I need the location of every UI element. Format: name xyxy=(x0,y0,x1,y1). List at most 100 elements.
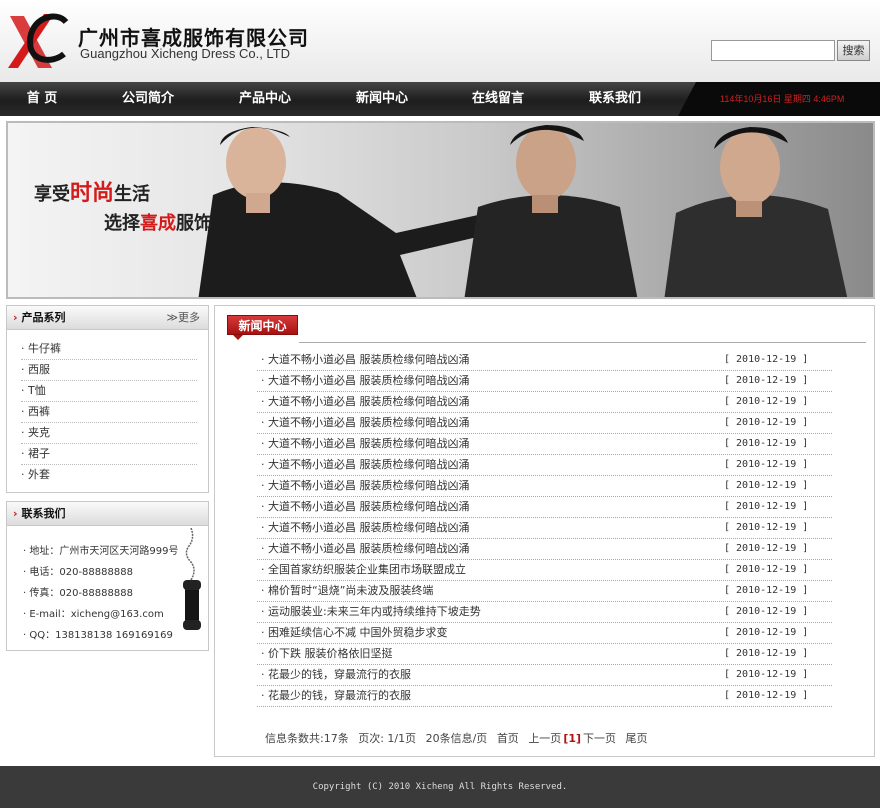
nav-home[interactable]: 首 页 xyxy=(10,82,74,116)
news-title[interactable]: · 大道不畅小道必昌 服装质检缘何暗战凶涌 xyxy=(261,497,470,517)
news-row[interactable]: · 大道不畅小道必昌 服装质检缘何暗战凶涌 [ 2010-12-19 ] xyxy=(257,371,832,392)
news-date: [ 2010-12-19 ] xyxy=(724,669,809,680)
news-title[interactable]: · 大道不畅小道必昌 服装质检缘何暗战凶涌 xyxy=(261,539,470,559)
more-link[interactable]: ≫更多 xyxy=(166,306,200,330)
news-title[interactable]: · 花最少的钱，穿最流行的衣服 xyxy=(261,686,411,706)
news-title[interactable]: · 大道不畅小道必昌 服装质检缘何暗战凶涌 xyxy=(261,476,470,496)
news-date: [ 2010-12-19 ] xyxy=(724,690,809,701)
news-title[interactable]: · 大道不畅小道必昌 服装质检缘何暗战凶涌 xyxy=(261,434,470,454)
slogan2-part-c: 服饰 xyxy=(176,213,212,234)
category-item[interactable]: · 牛仔裤 xyxy=(21,339,197,360)
model-right xyxy=(664,127,848,297)
category-item[interactable]: · T恤 xyxy=(21,381,197,402)
contact-box: 联系我们 · 地址：广州市天河区天河路999号 · 电话：020-8888888… xyxy=(6,501,209,651)
search-input[interactable] xyxy=(711,40,835,61)
category-label: T恤 xyxy=(28,384,46,397)
nav-products[interactable]: 产品中心 xyxy=(225,82,305,116)
news-title[interactable]: · 全国首家纺织服装企业集团市场联盟成立 xyxy=(261,560,466,580)
news-title[interactable]: · 大道不畅小道必昌 服装质检缘何暗战凶涌 xyxy=(261,413,470,433)
contact-address: · 地址：广州市天河区天河路999号 xyxy=(23,546,179,557)
copyright-text: Copyright (C) 2010 Xicheng All Rights Re… xyxy=(312,782,568,792)
banner-slogan-2: 选择喜成服饰 xyxy=(104,209,212,235)
pager-next[interactable]: 下一页 xyxy=(583,732,616,745)
news-title[interactable]: · 大道不畅小道必昌 服装质检缘何暗战凶涌 xyxy=(261,371,470,391)
news-title[interactable]: · 运动服装业:未来三年内或持续维持下坡走势 xyxy=(261,602,481,622)
pager-first[interactable]: 首页 xyxy=(497,732,519,745)
category-label: 西服 xyxy=(28,363,50,376)
nav-contact[interactable]: 联系我们 xyxy=(575,82,655,116)
pager-pages: 页次: 1/1页 xyxy=(358,732,417,745)
news-title[interactable]: · 大道不畅小道必昌 服装质检缘何暗战凶涌 xyxy=(261,518,470,538)
category-label: 牛仔裤 xyxy=(28,342,61,355)
news-date: [ 2010-12-19 ] xyxy=(724,522,809,533)
news-row[interactable]: · 运动服装业:未来三年内或持续维持下坡走势 [ 2010-12-19 ] xyxy=(257,602,832,623)
category-item[interactable]: · 裙子 xyxy=(21,444,197,465)
news-row[interactable]: · 大道不畅小道必昌 服装质检缘何暗战凶涌 [ 2010-12-19 ] xyxy=(257,392,832,413)
news-title[interactable]: · 大道不畅小道必昌 服装质检缘何暗战凶涌 xyxy=(261,455,470,475)
category-item[interactable]: · 夹克 xyxy=(21,423,197,444)
news-row[interactable]: · 花最少的钱，穿最流行的衣服 [ 2010-12-19 ] xyxy=(257,686,832,707)
contact-phone-text: 电话：020-88888888 xyxy=(29,567,133,578)
search-button[interactable]: 搜索 xyxy=(837,40,870,61)
news-date: [ 2010-12-19 ] xyxy=(724,417,809,428)
contact-email-text: E-mail：xicheng@163.com xyxy=(29,609,164,620)
contact-fax-text: 传真：020-88888888 xyxy=(29,588,133,599)
news-date: [ 2010-12-19 ] xyxy=(724,606,809,617)
news-date: [ 2010-12-19 ] xyxy=(724,396,809,407)
news-row[interactable]: · 棉价暂时“退烧”尚未波及服装终端 [ 2010-12-19 ] xyxy=(257,581,832,602)
news-tab[interactable]: 新闻中心 xyxy=(227,315,298,335)
contact-qq: · QQ：138138138 169169169 xyxy=(23,630,173,641)
news-row[interactable]: · 困难延续信心不减 中国外贸稳步求变 [ 2010-12-19 ] xyxy=(257,623,832,644)
model-center xyxy=(464,125,638,297)
contact-title: 联系我们 xyxy=(13,502,66,526)
news-date: [ 2010-12-19 ] xyxy=(724,564,809,575)
pager-prev[interactable]: 上一页 xyxy=(528,732,561,745)
site-header: 广州市喜成服饰有限公司 Guangzhou Xicheng Dress Co.,… xyxy=(0,0,880,82)
pager-last[interactable]: 尾页 xyxy=(626,732,648,745)
news-title[interactable]: · 价下跌 服装价格依旧坚挺 xyxy=(261,644,393,664)
category-label: 裙子 xyxy=(28,447,50,460)
news-row[interactable]: · 花最少的钱，穿最流行的衣服 [ 2010-12-19 ] xyxy=(257,665,832,686)
news-row[interactable]: · 大道不畅小道必昌 服装质检缘何暗战凶涌 [ 2010-12-19 ] xyxy=(257,350,832,371)
news-row[interactable]: · 大道不畅小道必昌 服装质检缘何暗战凶涌 [ 2010-12-19 ] xyxy=(257,476,832,497)
pager-per-page: 20条信息/页 xyxy=(425,732,488,745)
news-date: [ 2010-12-19 ] xyxy=(724,627,809,638)
news-date: [ 2010-12-19 ] xyxy=(724,501,809,512)
nav-news[interactable]: 新闻中心 xyxy=(342,82,422,116)
model-left xyxy=(198,127,486,297)
news-date: [ 2010-12-19 ] xyxy=(724,354,809,365)
company-name-en: Guangzhou Xicheng Dress Co., LTD xyxy=(80,46,291,61)
contact-phone: · 电话：020-88888888 xyxy=(23,567,133,578)
pager-count: 信息条数共:17条 xyxy=(265,732,349,745)
slogan1-part-c: 生活 xyxy=(114,184,151,205)
news-title[interactable]: · 花最少的钱，穿最流行的衣服 xyxy=(261,665,411,685)
news-title[interactable]: · 大道不畅小道必昌 服装质检缘何暗战凶涌 xyxy=(261,392,470,412)
news-row[interactable]: · 全国首家纺织服装企业集团市场联盟成立 [ 2010-12-19 ] xyxy=(257,560,832,581)
company-logo[interactable] xyxy=(4,6,74,76)
slogan1-part-a: 享受 xyxy=(34,184,70,205)
category-item[interactable]: · 西服 xyxy=(21,360,197,381)
category-label: 西裤 xyxy=(28,405,50,418)
nav-about[interactable]: 公司简介 xyxy=(108,82,188,116)
news-row[interactable]: · 大道不畅小道必昌 服装质检缘何暗战凶涌 [ 2010-12-19 ] xyxy=(257,518,832,539)
news-date: [ 2010-12-19 ] xyxy=(724,543,809,554)
news-date: [ 2010-12-19 ] xyxy=(724,459,809,470)
news-row[interactable]: · 价下跌 服装价格依旧坚挺 [ 2010-12-19 ] xyxy=(257,644,832,665)
nav-message[interactable]: 在线留言 xyxy=(458,82,538,116)
news-date: [ 2010-12-19 ] xyxy=(724,648,809,659)
category-item[interactable]: · 西裤 xyxy=(21,402,197,423)
contact-fax: · 传真：020-88888888 xyxy=(23,588,133,599)
contact-qq-text: QQ：138138138 169169169 xyxy=(29,630,173,641)
news-title[interactable]: · 困难延续信心不减 中国外贸稳步求变 xyxy=(261,623,448,643)
news-title[interactable]: · 大道不畅小道必昌 服装质检缘何暗战凶涌 xyxy=(261,350,470,370)
contact-box-header: 联系我们 xyxy=(7,502,208,526)
news-row[interactable]: · 大道不畅小道必昌 服装质检缘何暗战凶涌 [ 2010-12-19 ] xyxy=(257,413,832,434)
category-item[interactable]: · 外套 xyxy=(21,465,197,486)
news-row[interactable]: · 大道不畅小道必昌 服装质检缘何暗战凶涌 [ 2010-12-19 ] xyxy=(257,497,832,518)
news-row[interactable]: · 大道不畅小道必昌 服装质检缘何暗战凶涌 [ 2010-12-19 ] xyxy=(257,434,832,455)
news-title[interactable]: · 棉价暂时“退烧”尚未波及服装终端 xyxy=(261,581,433,601)
banner-slogan-1: 享受时尚生活 xyxy=(34,175,150,207)
news-row[interactable]: · 大道不畅小道必昌 服装质检缘何暗战凶涌 [ 2010-12-19 ] xyxy=(257,539,832,560)
pagination: 信息条数共:17条 页次: 1/1页 20条信息/页 首页 上一页 [1] 下一页 … xyxy=(265,730,654,746)
news-row[interactable]: · 大道不畅小道必昌 服装质检缘何暗战凶涌 [ 2010-12-19 ] xyxy=(257,455,832,476)
